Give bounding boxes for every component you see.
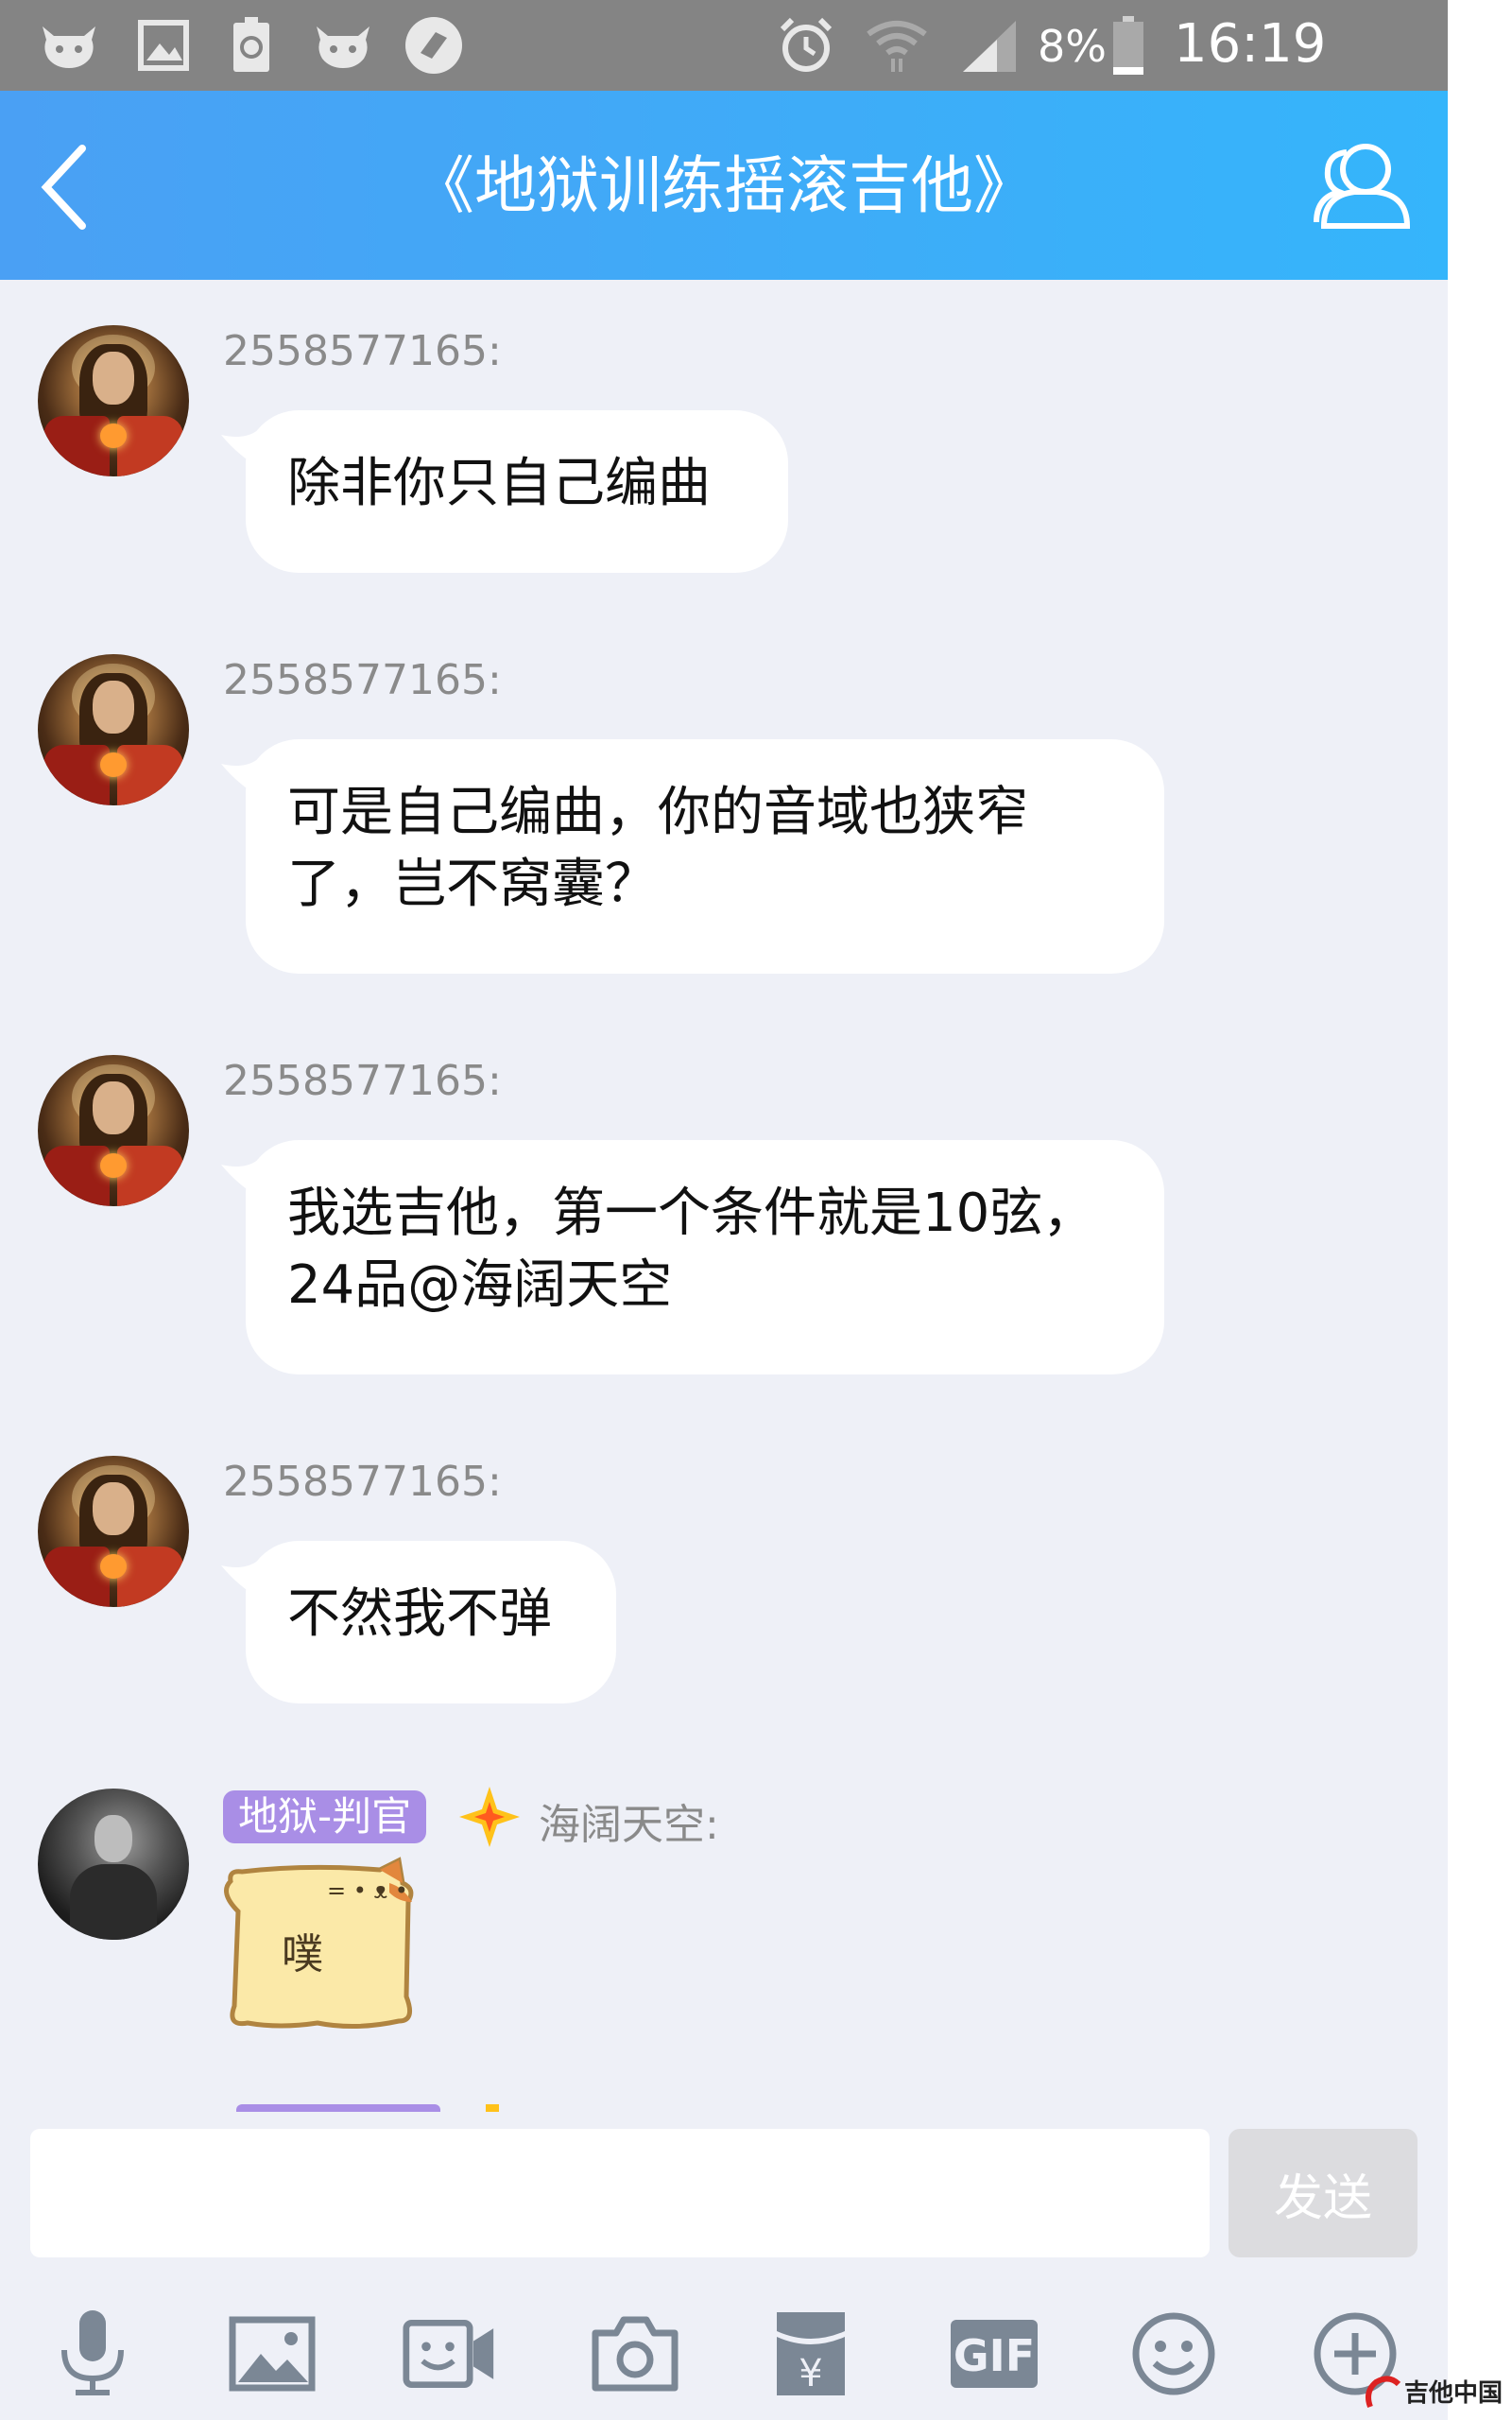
app-notification-icon (401, 17, 467, 74)
camera-icon[interactable] (588, 2307, 682, 2401)
avatar[interactable] (38, 654, 189, 805)
status-bar: 8% 16:19 (0, 0, 1448, 91)
group-members-icon (1314, 144, 1411, 229)
battery-icon (1109, 16, 1147, 75)
chevron-left-icon (41, 145, 86, 230)
gif-icon[interactable]: GIF (947, 2307, 1041, 2401)
cow-notification-icon (36, 17, 102, 74)
svg-text:= • ᴥ •: = • ᴥ • (327, 1877, 408, 1904)
microphone-icon[interactable] (45, 2307, 140, 2401)
cat-sticker[interactable]: = • ᴥ • 噗 (214, 1855, 431, 2044)
sender-name[interactable]: 2558577165: (223, 1458, 502, 1506)
signal-icon (956, 17, 1022, 74)
back-button[interactable] (26, 140, 102, 234)
member-title-badge: 地狱-判官 (223, 1790, 427, 1843)
image-icon[interactable] (225, 2307, 319, 2401)
chat-messages: 2558577165: 除非你只自己编曲 2558577165: 可是自己编曲，… (0, 280, 1448, 2112)
sender-name[interactable]: 2558577165: (223, 327, 502, 375)
message-bubble[interactable]: 可是自己编曲，你的音域也狭窄了，岂不窝囊？ (246, 739, 1164, 974)
red-packet-icon[interactable]: ¥ (764, 2307, 858, 2401)
site-watermark: 吉他中国 (1366, 2376, 1503, 2409)
sender-name[interactable]: 海阔天空: (539, 1790, 719, 1851)
svg-text:¥: ¥ (799, 2352, 822, 2395)
avatar[interactable] (38, 1055, 189, 1206)
battery-saver-icon (223, 17, 280, 74)
phone-screen: 8% 16:19 《地狱训练摇滚吉他》 2558577165: 除非你只自己编曲… (0, 0, 1448, 2420)
cow-notification-icon-2 (310, 17, 376, 74)
clock: 16:19 (1174, 13, 1327, 75)
alarm-icon (773, 17, 839, 74)
send-button[interactable]: 发送 (1228, 2129, 1418, 2257)
avatar[interactable] (38, 1456, 189, 1607)
message-bubble[interactable]: 除非你只自己编曲 (246, 410, 788, 573)
group-members-button[interactable] (1310, 132, 1414, 236)
message-bubble[interactable]: 不然我不弹 (246, 1541, 616, 1703)
avatar[interactable] (38, 1789, 189, 1940)
emoji-icon[interactable] (1126, 2307, 1221, 2401)
sender-name[interactable]: 2558577165: (223, 656, 502, 704)
battery-percent: 8% (1038, 21, 1107, 72)
message-input[interactable] (30, 2129, 1210, 2257)
composer: 发送 ¥ GIF (0, 2112, 1448, 2420)
video-call-icon[interactable] (403, 2307, 497, 2401)
svg-text:GIF: GIF (954, 2330, 1035, 2381)
message-bubble[interactable]: 我选吉他，第一个条件就是10弦，24品@海阔天空 (246, 1140, 1164, 1374)
sender-name[interactable]: 2558577165: (223, 1057, 502, 1105)
chat-title: 《地狱训练摇滚吉他》 (412, 149, 1036, 222)
wifi-icon (864, 17, 930, 74)
vip-star-icon (459, 1787, 520, 1847)
sticker-text: 噗 (282, 1930, 323, 1979)
title-bar: 《地狱训练摇滚吉他》 (0, 91, 1448, 280)
gallery-notification-icon (130, 17, 197, 74)
avatar[interactable] (38, 325, 189, 476)
svg-text:吉他中国: 吉他中国 (1404, 2379, 1503, 2408)
screenshot-border (1448, 0, 1512, 2420)
